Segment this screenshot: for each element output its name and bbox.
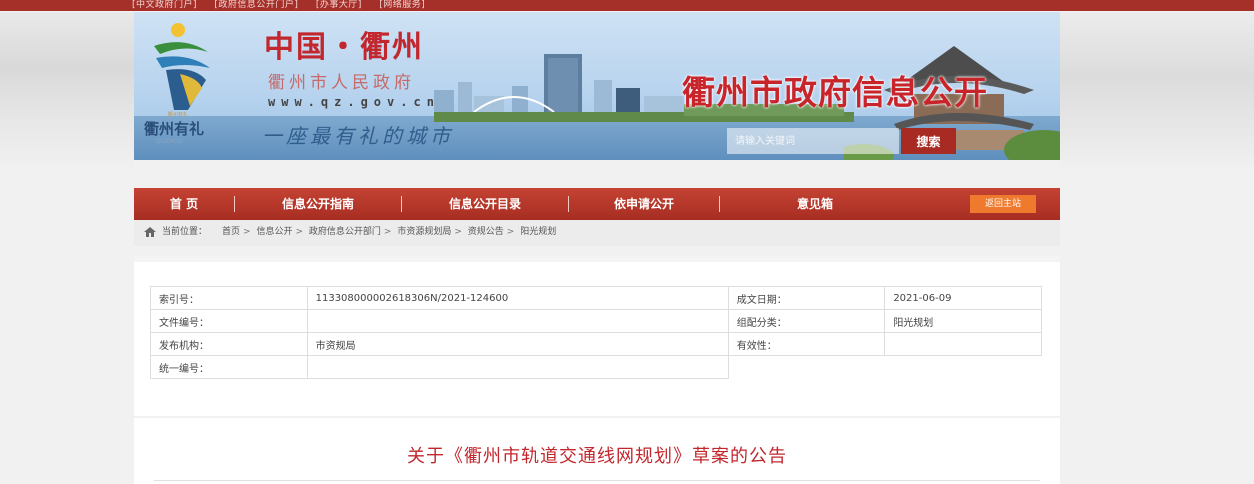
search-button[interactable]: 搜索 <box>901 128 956 154</box>
nav-item-home[interactable]: 首 页 <box>134 188 234 220</box>
ink-wash-left-decoration <box>0 12 134 172</box>
unified-number-value <box>306 355 729 379</box>
site-title: 中国・衢州 <box>264 30 424 65</box>
breadcrumb-separator-icon: > <box>383 227 392 237</box>
breadcrumb-current[interactable]: 阳光规划 <box>520 227 556 237</box>
top-link-bar: [中文政府门户] [政府信息公开门户] [办事大厅] [网络服务] <box>0 0 1254 11</box>
table-row: 文件编号： 组配分类： 阳光规划 <box>150 309 1042 333</box>
validity-value <box>884 332 1042 356</box>
validity-label: 有效性： <box>727 332 886 356</box>
breadcrumb-announcement[interactable]: 资规公告 <box>468 227 504 237</box>
metadata-table: 索引号： 113308000002618306N/2021-124600 成文日… <box>150 286 1042 379</box>
breadcrumb-home[interactable]: 首页 <box>222 227 240 237</box>
logo-text: 衢州有礼 <box>144 120 205 138</box>
article-title: 关于《衢州市轨道交通线网规划》草案的公告 <box>407 446 787 467</box>
home-icon <box>144 227 156 237</box>
breadcrumb-separator-icon: > <box>243 227 251 237</box>
main-navigation: 首 页 信息公开指南 信息公开目录 依申请公开 意见箱 返回主站 <box>134 188 1060 220</box>
date-label: 成文日期： <box>727 286 886 310</box>
table-row: 索引号： 113308000002618306N/2021-124600 成文日… <box>150 286 1042 310</box>
top-link-web-service[interactable]: [网络服务] <box>379 0 425 10</box>
title-divider <box>154 480 1040 481</box>
publisher-value: 市资规局 <box>306 332 729 356</box>
portal-title: 衢州市政府信息公开 <box>682 73 988 112</box>
ink-wash-right-decoration <box>1060 12 1254 172</box>
top-link-info-portal[interactable]: [政府信息公开门户] <box>214 0 298 10</box>
return-main-site-button[interactable]: 返回主站 <box>970 195 1036 213</box>
table-row: 统一编号： <box>150 355 1042 379</box>
metadata-panel: 索引号： 113308000002618306N/2021-124600 成文日… <box>134 256 1060 422</box>
file-number-label: 文件编号： <box>150 309 308 333</box>
logo-english-text: QUZHOU <box>156 138 183 145</box>
nav-item-catalog[interactable]: 信息公开目录 <box>402 188 568 220</box>
empty-cell <box>885 356 1042 379</box>
publisher-label: 发布机构： <box>150 332 308 356</box>
breadcrumb-label: 当前位置： <box>162 227 208 237</box>
nav-item-guide[interactable]: 信息公开指南 <box>235 188 401 220</box>
breadcrumb-info-disclosure[interactable]: 信息公开 <box>256 227 292 237</box>
site-slogan: 一座最有礼的城市 <box>262 124 454 148</box>
breadcrumb-department[interactable]: 政府信息公开部门 <box>309 227 381 237</box>
table-row: 发布机构： 市资规局 有效性： <box>150 332 1042 356</box>
nav-item-feedback[interactable]: 意见箱 <box>720 188 910 220</box>
logo-small-text: 衢州有礼 <box>168 112 189 118</box>
breadcrumb-separator-icon: > <box>295 227 303 237</box>
top-link-chinese-portal[interactable]: [中文政府门户] <box>132 0 197 10</box>
unified-number-label: 统一编号： <box>150 355 308 379</box>
nav-item-apply[interactable]: 依申请公开 <box>569 188 719 220</box>
site-subtitle: 衢州市人民政府 <box>268 73 415 93</box>
breadcrumb-path: 首页 > 信息公开 > 政府信息公开部门 > 市资源规划局 > 资规公告 > 阳光规划 <box>222 220 556 244</box>
category-label: 组配分类： <box>727 309 886 333</box>
breadcrumb-bureau[interactable]: 市资源规划局 <box>397 227 451 237</box>
breadcrumb-separator-icon: > <box>454 227 462 237</box>
file-number-value <box>306 309 729 333</box>
search-input[interactable] <box>727 128 899 154</box>
category-value: 阳光规划 <box>884 309 1042 333</box>
date-value: 2021-06-09 <box>884 286 1042 310</box>
index-number-value: 113308000002618306N/2021-124600 <box>306 286 729 310</box>
top-links: [中文政府门户] [政府信息公开门户] [办事大厅] [网络服务] <box>132 0 439 10</box>
breadcrumb-separator-icon: > <box>506 227 515 237</box>
article-section: 关于《衢州市轨道交通线网规划》草案的公告 <box>134 416 1060 484</box>
empty-cell <box>728 356 885 379</box>
index-number-label: 索引号： <box>150 286 308 310</box>
top-link-service-hall[interactable]: [办事大厅] <box>316 0 362 10</box>
header-banner: 衢州有礼 衢州有礼 QUZHOU 中国・衢州 衢州市人民政府 www.qz.go… <box>134 12 1060 160</box>
breadcrumb: 当前位置： 首页 > 信息公开 > 政府信息公开部门 > 市资源规划局 > 资规公告 > … <box>134 220 1060 246</box>
site-url: www.qz.gov.cn <box>268 95 440 109</box>
